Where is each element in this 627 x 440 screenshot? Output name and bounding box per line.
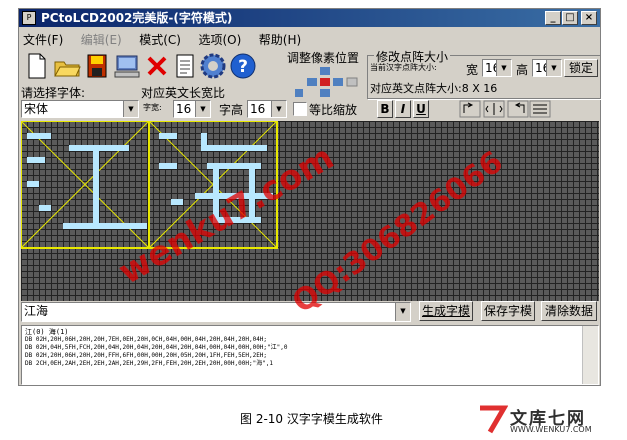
output-line: DB 02H,20H,06H,20H,20H,FFH,6FH,00H,00H,2… xyxy=(25,352,268,359)
arrow-pad-icon[interactable] xyxy=(293,65,359,99)
menu-mode[interactable]: 模式(C) xyxy=(139,31,181,48)
italic-button[interactable]: I xyxy=(395,100,411,118)
output-line: 江(0) 海(1) xyxy=(25,328,69,336)
delete-icon[interactable] xyxy=(143,51,171,81)
aspect-ratio-label: 对应英文长宽比 xyxy=(141,86,226,100)
output-line: DB 02H,04H,5FH,FCH,20H,04H,20H,04H,20H,0… xyxy=(25,344,288,351)
menu-help[interactable]: 帮助(H) xyxy=(259,31,301,48)
window-title: PCtoLCD2002完美版-(字符模式) xyxy=(41,11,233,25)
chevron-down-icon: ▼ xyxy=(123,101,138,117)
width-label: 宽 xyxy=(466,63,479,77)
maximize-button[interactable]: □ xyxy=(562,11,578,25)
open-folder-icon[interactable] xyxy=(53,51,81,81)
save-disk-icon[interactable] xyxy=(83,51,111,81)
dot-size-group: 修改点阵大小 当前汉字点阵大小: 宽 16 ▼ 高 16 ▼ 锁定 对应英文点阵大小… xyxy=(367,48,601,99)
underline-button[interactable]: U xyxy=(413,100,429,118)
new-file-icon[interactable] xyxy=(23,51,51,81)
text-input-select[interactable]: 江海 ▼ xyxy=(21,302,411,322)
bold-button[interactable]: B xyxy=(377,100,393,118)
menu-bar: 文件(F) 编辑(E) 模式(C) 选项(O) 帮助(H) xyxy=(23,31,315,47)
dot-height-select[interactable]: 16 ▼ xyxy=(532,59,562,77)
save-glyph-button[interactable]: 保存字模 xyxy=(481,301,535,321)
adjust-pixel-label: 调整像素位置 xyxy=(287,51,360,65)
ascii-dot-size-label: 对应英文点阵大小:8 X 16 xyxy=(370,82,498,95)
clear-data-button[interactable]: 清除数据 xyxy=(541,301,597,321)
app-window: P PCtoLCD2002完美版-(字符模式) _ □ × 文件(F) 编辑(E… xyxy=(18,8,601,386)
font-select[interactable]: 宋体 ▼ xyxy=(21,100,139,118)
char-height-label: 字高 xyxy=(219,103,244,117)
figure-caption: 图 2-10 汉字字模生成软件 xyxy=(240,412,383,426)
title-bar: P PCtoLCD2002完美版-(字符模式) _ □ × xyxy=(19,9,600,27)
char-height-select[interactable]: 16 ▼ xyxy=(247,100,287,118)
current-dot-size-label: 当前汉字点阵大小: xyxy=(370,63,437,72)
output-line: DB 2CH,0EH,2AH,2EH,2EH,2AH,2EH,29H,2FH,F… xyxy=(25,360,274,367)
adjust-pixel-group: 调整像素位置 xyxy=(287,49,365,101)
rotate-right-icon[interactable] xyxy=(507,100,529,118)
chevron-down-icon: ▼ xyxy=(195,101,210,117)
brand-url: WWW.WENKU7.COM xyxy=(510,425,592,434)
output-line: DB 02H,20H,06H,20H,20H,7EH,0EH,20H,0CH,0… xyxy=(25,336,268,343)
document-icon[interactable] xyxy=(171,51,199,81)
chevron-down-icon: ▼ xyxy=(546,60,561,76)
char-width-select[interactable]: 16 ▼ xyxy=(173,100,211,118)
proportional-scale-label: 等比缩放 xyxy=(309,103,358,117)
chevron-down-icon: ▼ xyxy=(496,60,511,76)
brand-logo: 文库七网 WWW.WENKU7.COM xyxy=(478,404,622,436)
dot-width-select[interactable]: 16 ▼ xyxy=(482,59,512,77)
close-button[interactable]: × xyxy=(581,11,597,25)
app-icon: P xyxy=(22,11,36,25)
rotate-left-icon[interactable] xyxy=(459,100,481,118)
proportional-scale-checkbox[interactable] xyxy=(293,102,307,116)
menu-edit[interactable]: 编辑(E) xyxy=(81,31,122,48)
height-label: 高 xyxy=(516,63,529,77)
font-select-label: 请选择字体: xyxy=(21,86,86,100)
settings-gear-icon[interactable] xyxy=(199,51,227,81)
vertical-scrollbar[interactable] xyxy=(582,326,598,384)
char-width-label: 字宽: xyxy=(143,103,162,112)
generate-glyph-button[interactable]: 生成字模 xyxy=(419,301,473,321)
chevron-down-icon: ▼ xyxy=(395,303,410,321)
computer-icon[interactable] xyxy=(113,51,141,81)
chevron-down-icon: ▼ xyxy=(271,101,286,117)
brand-7-icon xyxy=(480,405,508,434)
mirror-icon[interactable] xyxy=(529,100,551,118)
menu-file[interactable]: 文件(F) xyxy=(23,31,63,48)
lock-button[interactable]: 锁定 xyxy=(564,59,598,77)
flip-icon[interactable] xyxy=(483,100,505,118)
output-textarea[interactable]: 江(0) 海(1) DB 02H,20H,06H,20H,20H,7EH,0EH… xyxy=(21,325,599,385)
help-icon[interactable]: ? xyxy=(229,51,257,81)
minimize-button[interactable]: _ xyxy=(545,11,561,25)
menu-options[interactable]: 选项(O) xyxy=(198,31,241,48)
svg-text:?: ? xyxy=(238,57,248,77)
